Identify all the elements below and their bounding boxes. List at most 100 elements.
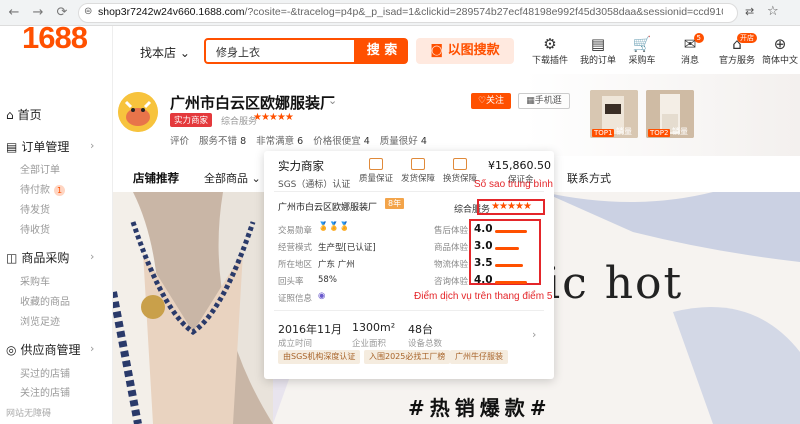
sidebar-item-label: 订单管理 [21,140,70,154]
accessibility-link[interactable]: 网站无障碍 [6,406,51,419]
founded-value: 2016年11月 [278,323,342,336]
sidebar-subitem[interactable]: 待发货 [20,201,50,216]
banner-subheading: #热销爆款# [408,396,552,420]
sidebar-item-supplier[interactable]: ◎ 供应商管理 [6,341,81,358]
forward-icon[interactable]: → [30,5,46,21]
follow-button[interactable]: ♡关注 [471,93,511,109]
years-badge: 8年 [385,198,405,209]
messages-button[interactable]: ✉ 5 消息 [670,33,710,66]
rating-label: 物流体验 [433,260,468,270]
sidebar-subitem[interactable]: 待收货 [20,221,50,236]
shop-name[interactable]: 广州市白云区欧娜服装厂 [170,92,335,113]
translate-icon[interactable]: ⇄ [745,5,754,18]
annotation-service-scores: Điểm dịch vụ trên thang điểm 5 [414,291,553,302]
ranking-chip[interactable]: 入围2025必找工厂榜 [364,350,451,364]
annotation-average-stars: Số sao trung bình [474,179,553,190]
cart-button[interactable]: 🛒 采购车 [622,35,662,67]
sidebar-subitem[interactable]: 浏览足迹 [20,313,60,328]
chevron-right-icon[interactable]: › [90,342,94,355]
top1-product[interactable]: TOP1 销量 [590,90,638,138]
open-shop-badge: 开店 [737,33,757,43]
box-icon: ◫ [6,250,18,265]
rating-bar [495,281,527,284]
url-text[interactable]: shop3r7242w24v660.1688.com/?cosite=-&tra… [98,6,723,18]
orders-icon: ▤ [6,139,18,154]
deposit-amount: ¥15,860.50 [488,159,551,172]
reload-icon[interactable]: ⟳ [54,5,70,21]
tab-all-products[interactable]: 全部商品 ⌄ [204,170,261,186]
image-search-button[interactable]: ◙ 以图搜款 [416,38,514,64]
info-value: 58% [318,275,337,285]
search-button[interactable]: 搜 索 [356,38,408,64]
metric: 评价 [170,136,190,147]
metric: 服务不错 8 [199,136,247,147]
area-value: 1300m² [352,321,396,334]
logo[interactable]: 1688 [22,20,88,56]
rating-label: 咨询体验 [433,277,468,287]
sidebar-item-home[interactable]: ⌂ 首页 [6,106,42,123]
tab-contact[interactable]: 联系方式 [567,170,611,186]
supplier-icon: ◎ [6,342,17,357]
rating-bar [495,247,519,250]
message-icon: ✉ [683,35,697,53]
metric: 价格很便宜 4 [313,136,370,147]
heart-icon: ♡ [477,96,487,106]
back-icon[interactable]: ← [6,5,22,21]
top2-product[interactable]: TOP2 销量 [646,90,694,138]
quality-guarantee: 质量保证 [356,158,396,184]
info-value: 广东 广州 [318,260,355,270]
bookmark-star-icon[interactable]: ☆ [767,4,779,19]
shop-avatar[interactable] [118,92,158,132]
search-value: 修身上衣 [216,46,260,59]
sidebar-subitem[interactable]: 关注的店铺 [20,384,70,399]
info-label: 所在地区 [278,260,313,270]
shield-icon [369,158,383,170]
chevron-right-icon[interactable]: › [532,328,536,341]
home-icon: ⌂ [6,107,14,122]
sidebar-subitem[interactable]: 采购车 [20,273,50,288]
chevron-down-icon[interactable]: ⌄ [328,94,337,107]
equipment-value: 48台 [408,323,433,336]
rating-bar [495,230,527,233]
strength-merchant-badge: 实力商家 [170,113,213,127]
camera-icon: ◙ [430,43,444,58]
overall-stars: ★★★★★ [253,112,294,123]
info-label: 交易勋章 [278,226,313,236]
sidebar-item-purchase[interactable]: ◫ 商品采购 [6,249,69,266]
rating-label: 商品体验 [433,243,468,253]
divider [274,191,544,192]
chevron-right-icon[interactable]: › [90,250,94,263]
sidebar-subitem[interactable]: 待付款 1 [20,181,65,196]
trade-medals: 🏅🏅🏅 [318,222,350,232]
sidebar-subitem[interactable]: 买过的店铺 [20,365,70,380]
download-plugin-icon: ⚙ [543,35,557,53]
review-metrics: 评价 服务不错 8 非常满意 6 价格很便宜 4 质量很好 4 [170,133,427,147]
popup-title: 实力商家 [278,159,324,173]
sidebar-item-label: 商品采购 [21,251,70,265]
download-plugin-button[interactable]: ⚙ 下载插件 [530,35,570,67]
banner-heading: ic hot [546,258,684,309]
truck-icon [411,158,425,170]
info-label: 证照信息 [278,294,313,304]
cert-chip[interactable]: 由SGS机构深度认证 [278,350,361,364]
rating-score: 3.0 [474,240,493,252]
license-icon[interactable]: ◉ [318,291,325,301]
overall-stars-highlight: ★★★★★ [477,199,545,215]
cart-icon: 🛒 [632,35,652,53]
official-service-button[interactable]: ⌂ 开店 官方服务 [717,33,757,66]
tab-recommend[interactable]: 店铺推荐 [133,170,179,186]
sidebar-subitem[interactable]: 收藏的商品 [20,293,70,308]
language-button[interactable]: ⊕ 简体中文 [760,36,800,67]
chevron-right-icon[interactable]: › [90,139,94,152]
my-orders-button[interactable]: ▤ 我的订单 [578,36,618,67]
mobile-browse-button[interactable]: ▦手机逛 [518,93,570,109]
rating-bar [495,264,523,267]
equipment-label: 设备总数 [408,339,443,349]
category-chip[interactable]: 广州牛仔服装 [450,350,508,364]
divider [274,310,544,311]
find-shop-dropdown[interactable]: 找本店 ⌄ [140,44,190,61]
info-label: 经营模式 [278,243,313,253]
sidebar-item-orders[interactable]: ▤ 订单管理 [6,138,69,155]
site-info-icon[interactable]: ⊜ [84,6,92,17]
sidebar-subitem[interactable]: 全部订单 [20,161,60,176]
